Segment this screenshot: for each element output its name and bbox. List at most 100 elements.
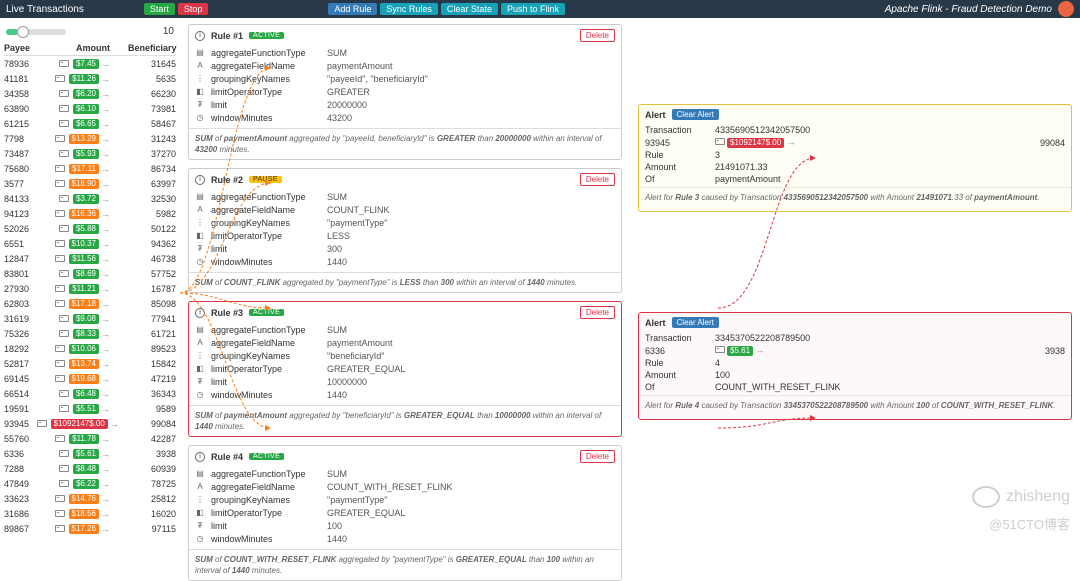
beneficiary-cell: 31645 — [128, 59, 176, 69]
table-row: 62803 $17.18→ 85098 — [4, 296, 176, 311]
rule-card[interactable]: iRule #1ACTIVEDelete▤aggregateFunctionTy… — [188, 24, 622, 160]
payee-cell: 6336 — [4, 449, 44, 459]
table-row: 27930 $11.21→ 16787 — [4, 281, 176, 296]
alert-field: 6336$5.61 →3938 — [639, 344, 1071, 357]
payee-cell: 31686 — [4, 509, 44, 519]
beneficiary-cell: 36343 — [128, 389, 176, 399]
beneficiary-cell: 99084 — [137, 419, 176, 429]
arrow-icon: → — [101, 284, 110, 294]
payee-cell: 89867 — [4, 524, 44, 534]
status-badge: ACTIVE — [249, 453, 284, 460]
rule-field: AaggregateFieldNameCOUNT_FLINK — [195, 203, 615, 216]
status-badge: ACTIVE — [249, 32, 284, 39]
payee-cell: 78936 — [4, 59, 44, 69]
wechat-icon — [972, 486, 1000, 508]
push-to-flink-button[interactable]: Push to Flink — [501, 3, 565, 15]
table-row: 75326 $8.33→ 61721 — [4, 326, 176, 341]
table-row: 93945 $1092147$.00→ 99084 — [4, 416, 176, 431]
card-icon — [55, 525, 65, 532]
table-row: 55760 $11.78→ 42287 — [4, 431, 176, 446]
table-row: 47849 $6.22→ 78725 — [4, 476, 176, 491]
rule-field: ▤aggregateFunctionTypeSUM — [195, 46, 615, 59]
arrow-icon: → — [101, 104, 110, 114]
card-icon — [55, 435, 65, 442]
payee-cell: 62803 — [4, 299, 44, 309]
table-row: 31619 $9.08→ 77941 — [4, 311, 176, 326]
delete-button[interactable]: Delete — [580, 173, 615, 186]
arrow-icon: → — [101, 404, 110, 414]
amount-cell: $8.48→ — [44, 464, 128, 474]
rule-field: ◷windowMinutes1440 — [195, 532, 615, 545]
arrow-icon: → — [101, 359, 110, 369]
amount-cell: $11.21→ — [44, 284, 128, 294]
rule-field: ₮limit10000000 — [195, 375, 615, 388]
payee-cell: 63890 — [4, 104, 44, 114]
arrow-icon: → — [101, 224, 110, 234]
beneficiary-cell: 61721 — [128, 329, 176, 339]
beneficiary-cell: 63997 — [128, 179, 176, 189]
beneficiary-cell: 66230 — [128, 89, 176, 99]
amount-cell: $5.93→ — [44, 149, 128, 159]
rule-field: ▤aggregateFunctionTypeSUM — [195, 467, 615, 480]
amount-cell: $6.65→ — [44, 119, 128, 129]
arrow-icon: → — [101, 509, 110, 519]
delete-button[interactable]: Delete — [580, 306, 615, 319]
col-amount: Amount — [44, 43, 128, 53]
table-row: 63890 $6.10→ 73981 — [4, 101, 176, 116]
app-title: Live Transactions — [6, 4, 84, 15]
amount-cell: $17.26→ — [44, 524, 128, 534]
rule-name: Rule #4 — [211, 452, 243, 462]
card-icon — [55, 510, 65, 517]
payee-cell: 61215 — [4, 119, 44, 129]
rule-field: ▤aggregateFunctionTypeSUM — [195, 323, 615, 336]
payee-cell: 84133 — [4, 194, 44, 204]
card-icon — [59, 195, 69, 202]
arrow-icon: → — [110, 419, 119, 429]
amount-cell: $11.56→ — [44, 254, 128, 264]
info-icon: i — [195, 308, 205, 318]
amount-cell: $5.51→ — [44, 404, 128, 414]
payee-cell: 52026 — [4, 224, 44, 234]
rule-field: ◧limitOperatorTypeGREATER — [195, 85, 615, 98]
sync-rules-button[interactable]: Sync Rules — [380, 3, 438, 15]
arrow-icon: → — [101, 524, 110, 534]
payee-cell: 73487 — [4, 149, 44, 159]
beneficiary-cell: 37270 — [128, 149, 176, 159]
rule-card[interactable]: iRule #4ACTIVEDelete▤aggregateFunctionTy… — [188, 445, 622, 581]
transactions-panel: 10 Payee Amount Beneficiary 78936 $7.45→… — [0, 18, 180, 543]
arrow-icon: → — [101, 194, 110, 204]
rule-field: ₮limit300 — [195, 242, 615, 255]
amount-cell: $18.90→ — [44, 179, 128, 189]
rule-name: Rule #2 — [211, 175, 243, 185]
clear-alert-button[interactable]: Clear Alert — [672, 109, 719, 120]
rule-name: Rule #3 — [211, 308, 243, 318]
topbar: Live Transactions Start Stop Add Rule Sy… — [0, 0, 1080, 18]
add-rule-button[interactable]: Add Rule — [328, 3, 377, 15]
rate-slider[interactable] — [6, 29, 66, 35]
card-icon — [37, 420, 47, 427]
col-beneficiary: Beneficiary — [128, 43, 176, 53]
amount-cell: $3.72→ — [44, 194, 128, 204]
delete-button[interactable]: Delete — [580, 450, 615, 463]
clear-alert-button[interactable]: Clear Alert — [672, 317, 719, 328]
table-row: 33623 $14.76→ 25812 — [4, 491, 176, 506]
start-button[interactable]: Start — [144, 3, 175, 15]
alert-field: Amount21491071.33 — [639, 161, 1071, 173]
rule-field: ₮limit20000000 — [195, 98, 615, 111]
clear-state-button[interactable]: Clear State — [441, 3, 498, 15]
table-row: 6336 $5.61→ 3938 — [4, 446, 176, 461]
rule-card[interactable]: iRule #2PAUSEDelete▤aggregateFunctionTyp… — [188, 168, 622, 293]
status-badge: ACTIVE — [249, 309, 284, 316]
stop-button[interactable]: Stop — [178, 3, 209, 15]
rule-card[interactable]: i Rule #3 ACTIVE Delete ▤aggregateFunctionTy… — [188, 301, 622, 437]
table-row: 69145 $19.68→ 47219 — [4, 371, 176, 386]
payee-cell: 34358 — [4, 89, 44, 99]
arrow-icon: → — [101, 239, 110, 249]
arrow-icon: → — [101, 119, 110, 129]
arrow-icon: → — [101, 344, 110, 354]
payee-cell: 12847 — [4, 254, 44, 264]
delete-button[interactable]: Delete — [580, 29, 615, 42]
rules-panel: iRule #1ACTIVEDelete▤aggregateFunctionTy… — [180, 18, 630, 543]
beneficiary-cell: 15842 — [128, 359, 176, 369]
alert-field: 93945$1092147$.00 →99084 — [639, 136, 1071, 149]
